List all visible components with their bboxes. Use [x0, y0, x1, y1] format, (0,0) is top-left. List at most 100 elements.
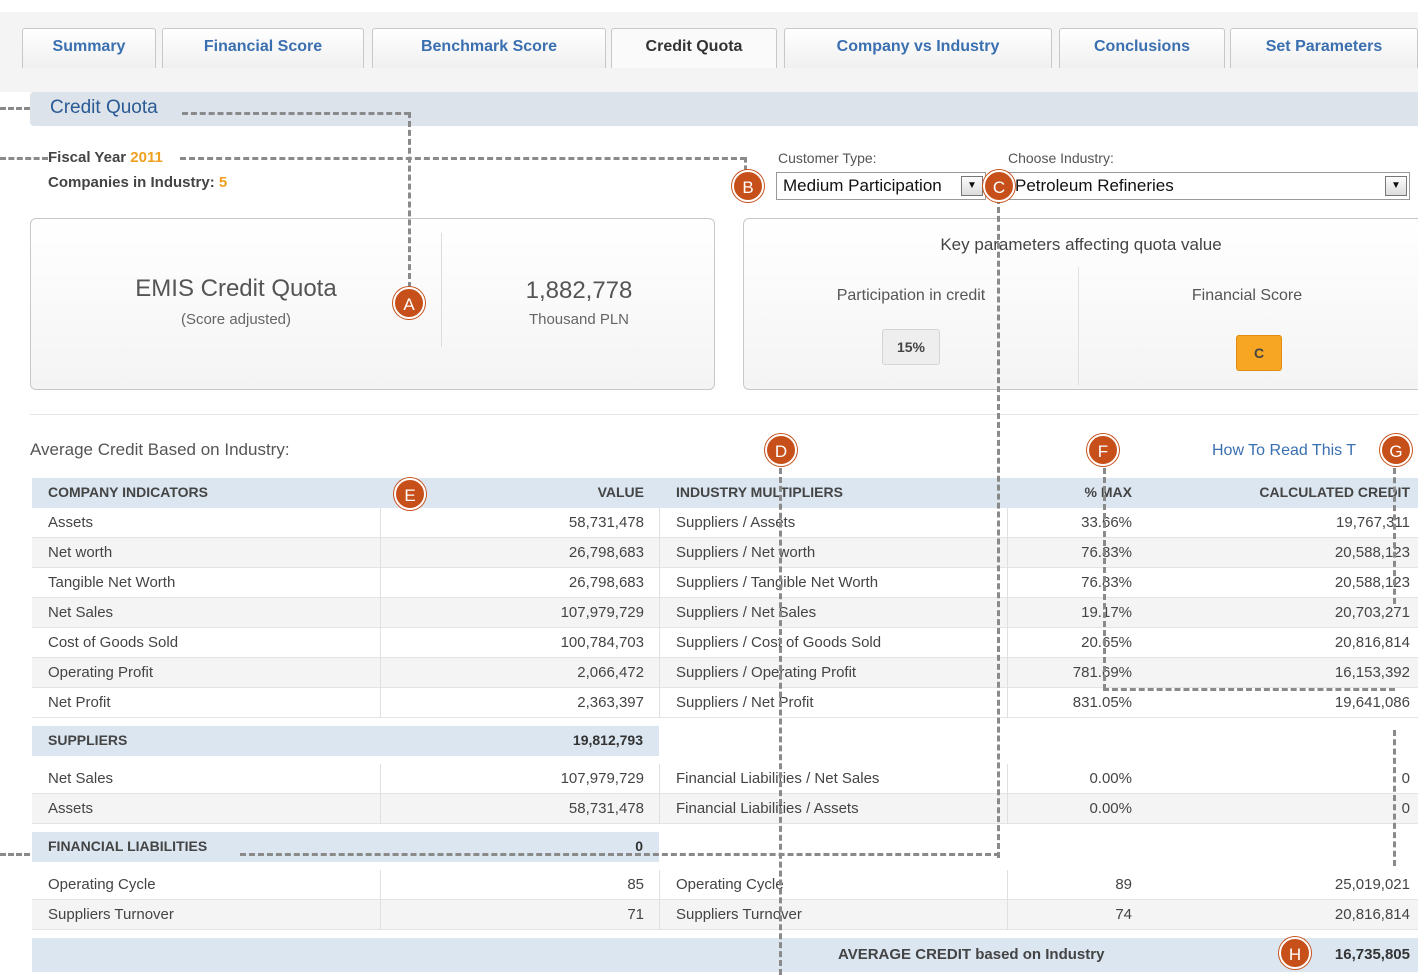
- multiplier-cell: Suppliers / Net worth: [676, 544, 816, 561]
- divider: [30, 414, 1418, 415]
- credit-cell: 25,019,021: [1334, 876, 1410, 893]
- industry-value: Petroleum Refineries: [1015, 176, 1174, 195]
- column-divider: [1007, 628, 1008, 658]
- companies-value: 5: [218, 174, 228, 191]
- pct-cell: 0.00%: [1089, 770, 1132, 787]
- tab-credit-quota[interactable]: Credit Quota: [611, 28, 777, 68]
- tab-conclusions[interactable]: Conclusions: [1059, 28, 1225, 68]
- value-cell: 26,798,683: [568, 544, 644, 561]
- table-row: Operating Profit 2,066,472 Suppliers / Ope…: [32, 658, 1418, 688]
- multiplier-cell: Suppliers / Net Sales: [676, 604, 817, 621]
- credit-cell: 20,816,814: [1334, 634, 1410, 651]
- table-row: Net Sales 107,979,729 Financial Liabilitie…: [32, 764, 1418, 794]
- column-divider: [659, 508, 660, 538]
- value-cell: 58,731,478: [568, 514, 644, 531]
- fiscal-year-label: Fiscal Year: [48, 149, 127, 166]
- badge-d: D: [765, 434, 797, 466]
- callout-line: [180, 157, 746, 160]
- credit-cell: 20,588,123: [1334, 574, 1410, 591]
- tab-benchmark-score[interactable]: Benchmark Score: [372, 28, 606, 68]
- callout-line: [1103, 688, 1395, 691]
- credit-cell: 0: [1401, 770, 1410, 787]
- credit-cell: 20,588,123: [1334, 544, 1410, 561]
- col-company-indicators: COMPANY INDICATORS: [48, 484, 208, 500]
- multiplier-cell: Financial Liabilities / Assets: [676, 800, 859, 817]
- avg-credit-title: Average Credit Based on Industry:: [30, 440, 290, 459]
- industry-label: Choose Industry:: [1008, 150, 1114, 166]
- badge-c: C: [983, 170, 1015, 202]
- column-divider: [380, 538, 381, 568]
- callout-line: [0, 853, 30, 856]
- tab-company-vs-industry[interactable]: Company vs Industry: [784, 28, 1052, 68]
- industry-select[interactable]: Petroleum Refineries ▼: [1008, 172, 1410, 200]
- fiscal-year-value: 2011: [130, 149, 163, 166]
- table-row: Assets 58,731,478 Financial Liabilities / …: [32, 794, 1418, 824]
- customer-type-select[interactable]: Medium Participation ▼: [776, 172, 986, 200]
- indicator-cell: Operating Cycle: [48, 876, 156, 893]
- column-divider: [1007, 688, 1008, 718]
- indicator-cell: Assets: [48, 800, 94, 817]
- column-divider: [659, 538, 660, 568]
- multiplier-cell: Suppliers / Net Profit: [676, 694, 814, 711]
- liabilities-group: FINANCIAL LIABILITIES 0: [32, 832, 659, 862]
- companies-label: Companies in Industry:: [48, 174, 215, 191]
- suppliers-group: SUPPLIERS 19,812,793: [32, 726, 659, 756]
- value-cell: 71: [627, 906, 644, 923]
- column-divider: [1007, 794, 1008, 824]
- table-row: Net worth 26,798,683 Suppliers / Net worth…: [32, 538, 1418, 568]
- callout-line: [1103, 468, 1106, 690]
- callout-line: [0, 107, 30, 110]
- col-value: VALUE: [597, 484, 644, 500]
- callout-line: [240, 853, 1000, 856]
- pct-cell: 74: [1115, 906, 1132, 923]
- badge-b: B: [732, 170, 764, 202]
- column-divider: [380, 870, 381, 900]
- column-divider: [1007, 568, 1008, 598]
- column-divider: [659, 900, 660, 930]
- column-divider: [659, 598, 660, 628]
- column-divider: [380, 568, 381, 598]
- indicator-cell: Net Profit: [48, 694, 111, 711]
- table-row: Operating Cycle 85 Operating Cycle 89 25,019…: [32, 870, 1418, 900]
- pct-cell: 781.69%: [1072, 664, 1132, 681]
- table-row: Cost of Goods Sold 100,784,703 Suppliers /…: [32, 628, 1418, 658]
- column-divider: [659, 764, 660, 794]
- column-divider: [659, 658, 660, 688]
- how-to-read-link[interactable]: How To Read This T: [1212, 442, 1356, 460]
- pct-cell: 20.65%: [1081, 634, 1132, 651]
- table-row: Net Profit 2,363,397 Suppliers / Net Profi…: [32, 688, 1418, 718]
- column-divider: [380, 628, 381, 658]
- customer-type-label: Customer Type:: [778, 150, 877, 166]
- indicator-cell: Net Sales: [48, 604, 114, 621]
- quota-subtitle: (Score adjusted): [180, 311, 292, 328]
- tab-summary[interactable]: Summary: [22, 28, 156, 68]
- liabilities-group-value: 0: [635, 838, 643, 854]
- multiplier-cell: Suppliers / Assets: [676, 514, 796, 531]
- callout-line: [1393, 468, 1396, 604]
- participation-value: 15%: [882, 329, 940, 365]
- pct-cell: 33.66%: [1081, 514, 1132, 531]
- indicator-cell: Cost of Goods Sold: [48, 634, 179, 651]
- callout-line: [744, 157, 747, 171]
- credit-cell: 20,703,271: [1334, 604, 1410, 621]
- value-cell: 2,066,472: [577, 664, 644, 681]
- credit-cell: 20,816,814: [1334, 906, 1410, 923]
- value-cell: 58,731,478: [568, 800, 644, 817]
- indicator-cell: Operating Profit: [48, 664, 154, 681]
- column-divider: [1007, 764, 1008, 794]
- suppliers-group-value: 19,812,793: [572, 732, 643, 748]
- value-cell: 100,784,703: [560, 634, 644, 651]
- column-divider: [380, 794, 381, 824]
- column-divider: [380, 508, 381, 538]
- quota-title: EMIS Credit Quota: [135, 275, 337, 302]
- tab-financial-score[interactable]: Financial Score: [162, 28, 364, 68]
- quota-value: 1,882,778: [525, 277, 633, 304]
- table-row: Net Sales 107,979,729 Suppliers / Net Sale…: [32, 598, 1418, 628]
- credit-cell: 19,767,311: [1336, 514, 1410, 531]
- indicator-cell: Net Sales: [48, 770, 114, 787]
- tab-set-parameters[interactable]: Set Parameters: [1230, 28, 1418, 68]
- value-cell: 107,979,729: [560, 770, 644, 787]
- badge-h: H: [1279, 937, 1311, 969]
- suppliers-group-label: SUPPLIERS: [48, 732, 128, 748]
- indicator-cell: Assets: [48, 514, 94, 531]
